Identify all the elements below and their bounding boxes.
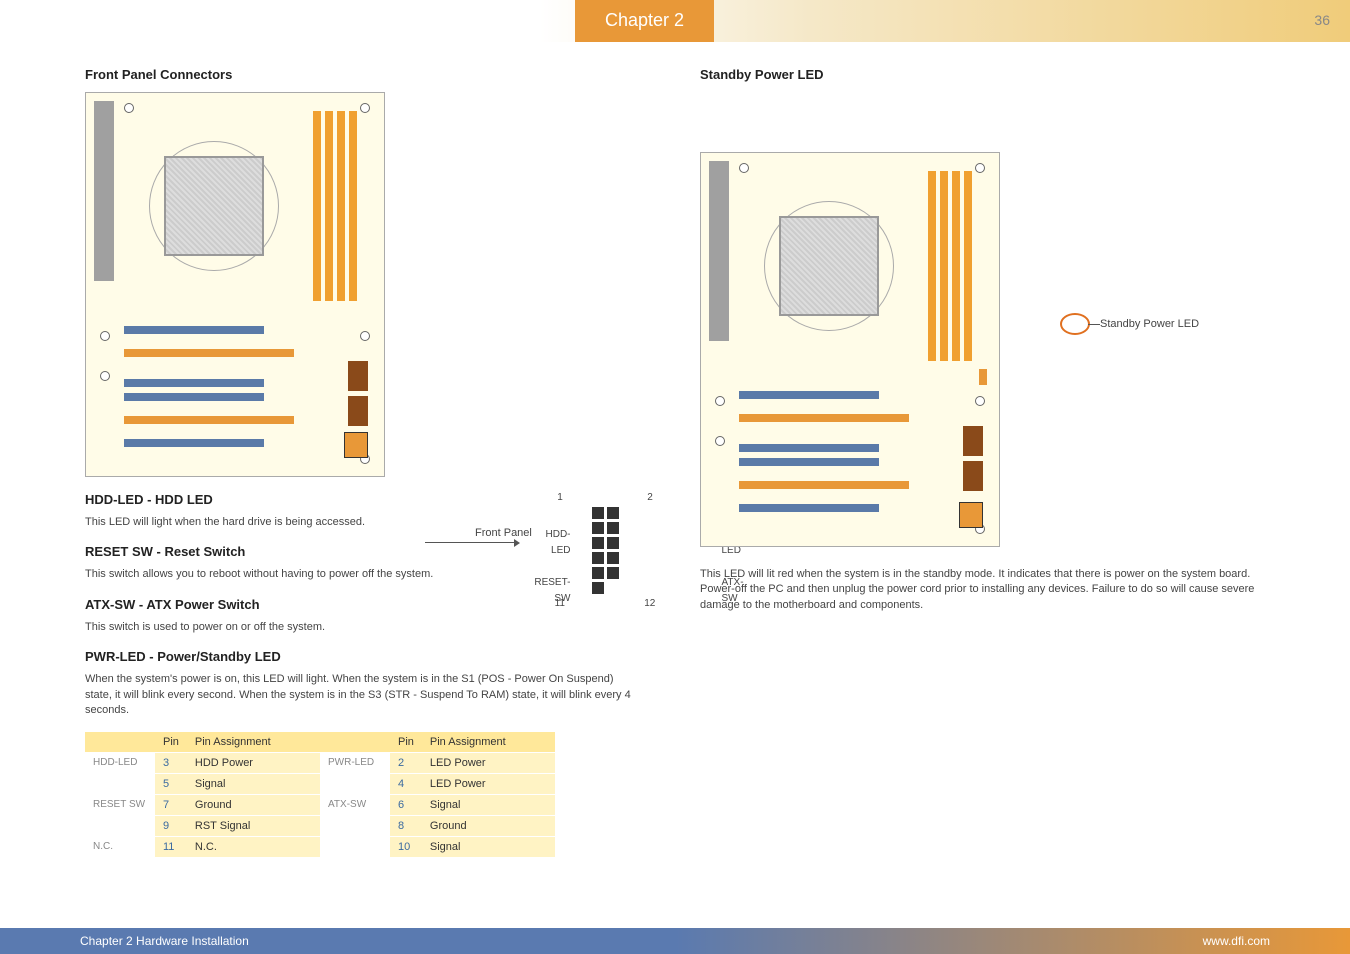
pin-12-label: 12	[644, 598, 655, 609]
footer: Chapter 2 Hardware Installation www.dfi.…	[0, 928, 1350, 954]
footer-left: Chapter 2 Hardware Installation	[80, 934, 249, 948]
pin-2-label: 2	[647, 492, 653, 503]
callout-line	[425, 542, 515, 543]
section-title-right: Standby Power LED	[700, 67, 1265, 82]
table-header-row: Pin Pin Assignment Pin Pin Assignment	[85, 732, 555, 753]
chapter-tab: Chapter 2	[575, 0, 714, 42]
standby-desc: This LED will lit red when the system is…	[700, 567, 1265, 613]
atx-sw-label: ATX-SW	[722, 575, 749, 607]
section-title-left: Front Panel Connectors	[85, 67, 640, 82]
content-area: Front Panel Connectors	[0, 42, 1350, 858]
header-band: Chapter 2 36	[0, 0, 1350, 42]
atx-desc: This switch is used to power on or off t…	[85, 620, 640, 635]
reset-sw-label: RESET-SW	[534, 575, 570, 607]
standby-led-indicator	[979, 369, 987, 385]
pwr-led-desc: When the system's power is on, this LED …	[85, 672, 640, 718]
hdd-led-label: HDD-LED	[534, 527, 570, 559]
right-column: Standby Power LED	[670, 67, 1350, 858]
pin-1-label: 1	[557, 492, 563, 503]
standby-led-circle	[1060, 313, 1090, 335]
left-column: Front Panel Connectors	[0, 67, 670, 858]
pwr-led-heading: PWR-LED - Power/Standby LED	[85, 649, 640, 664]
table-row: HDD-LED 3 HDD Power PWR-LED 2 LED Power	[85, 753, 555, 774]
motherboard-diagram-left	[85, 92, 385, 477]
standby-callout-line	[1088, 324, 1100, 325]
pinout-table: Pin Pin Assignment Pin Pin Assignment HD…	[85, 732, 555, 858]
pin-diagram: 1 2 HDD-LED RESET-SW	[515, 492, 695, 609]
table-row: RESET SW 7 Ground ATX-SW 6 Signal	[85, 795, 555, 816]
page-number: 36	[1314, 12, 1330, 28]
motherboard-diagram-right	[700, 152, 1000, 547]
standby-led-label: Standby Power LED	[1100, 318, 1199, 330]
footer-right: www.dfi.com	[1203, 934, 1270, 948]
